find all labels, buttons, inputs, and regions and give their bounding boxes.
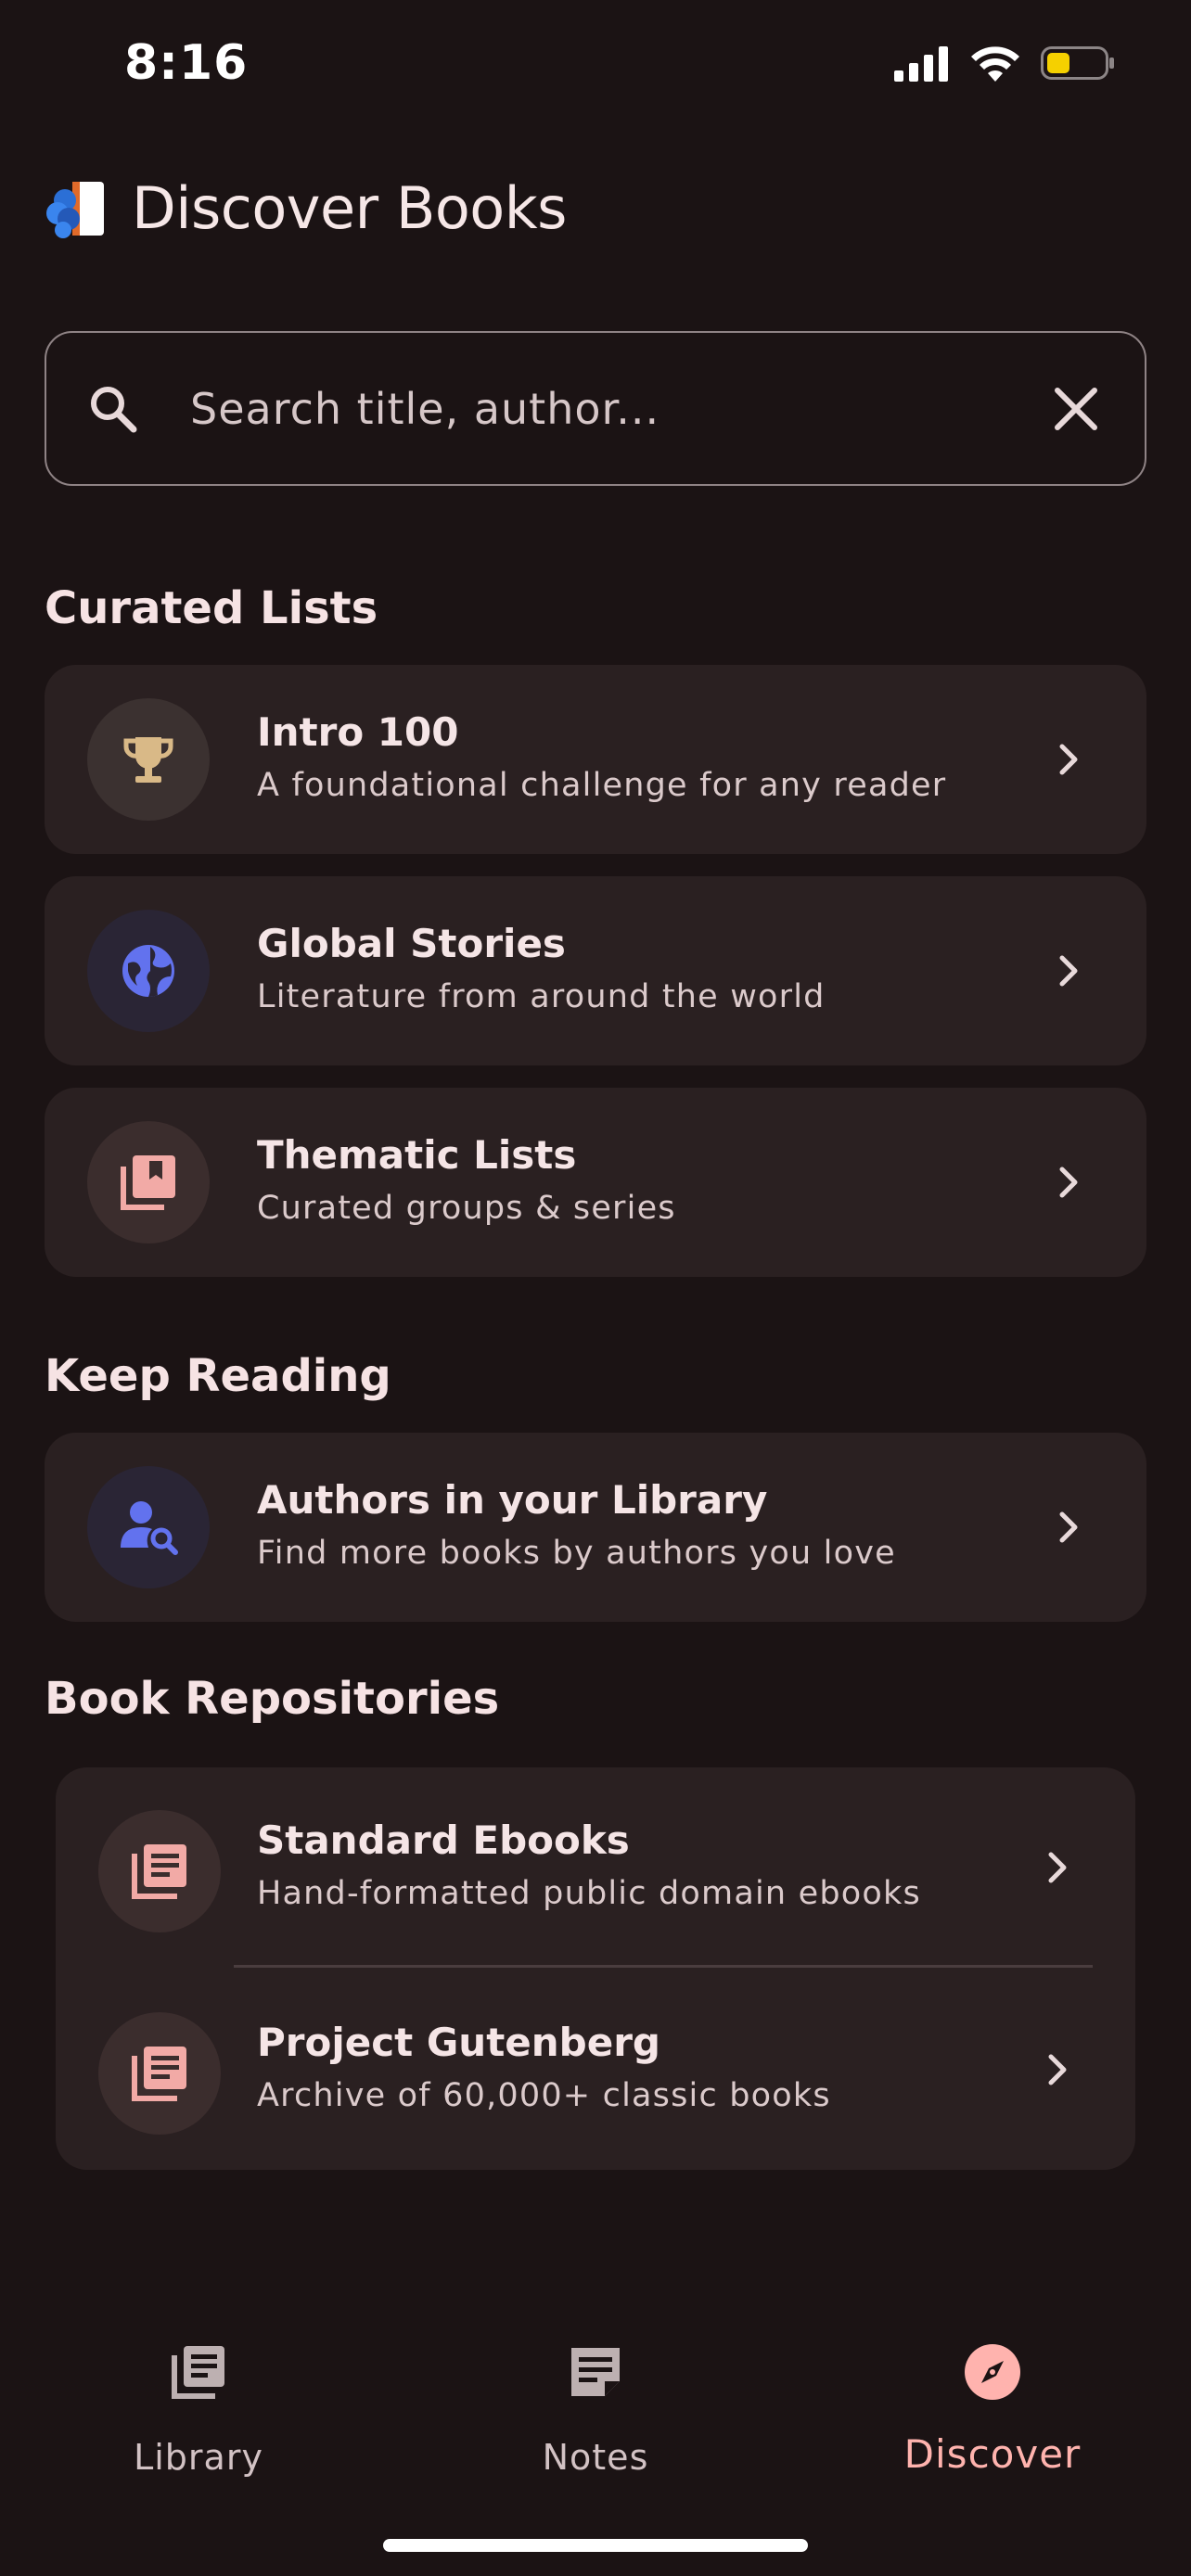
library-icon: [172, 2346, 224, 2399]
card-icon-wrap: [98, 2012, 221, 2135]
trophy-icon: [123, 737, 173, 783]
compass-icon: [965, 2344, 1020, 2400]
battery-icon: [1041, 46, 1114, 80]
chevron-right-icon: [1059, 955, 1078, 987]
card-title: Authors in your Library: [257, 1477, 768, 1523]
card-subtitle: A foundational challenge for any reader: [257, 767, 947, 804]
section-title-keep-reading: Keep Reading: [45, 1350, 391, 1402]
repo-row-standard-ebooks[interactable]: Standard Ebooks Hand-formatted public do…: [56, 1767, 1135, 1970]
card-title: Project Gutenberg: [257, 2020, 660, 2065]
globe-icon: [122, 945, 174, 997]
card-icon-wrap: [87, 910, 210, 1032]
search-input[interactable]: [190, 370, 1006, 448]
chevron-right-icon: [1059, 1167, 1078, 1198]
card-subtitle: Literature from around the world: [257, 978, 826, 1015]
wifi-icon: [971, 46, 1019, 82]
card-icon-wrap: [87, 1121, 210, 1243]
section-title-repositories: Book Repositories: [45, 1673, 500, 1725]
tab-notes[interactable]: Notes: [456, 2309, 735, 2478]
chevron-right-icon: [1048, 1852, 1067, 1883]
section-title-curated: Curated Lists: [45, 582, 378, 634]
book-logo-icon: [46, 181, 104, 238]
card-title: Standard Ebooks: [257, 1817, 630, 1863]
library-icon: [132, 1844, 186, 1899]
card-subtitle: Find more books by authors you love: [257, 1535, 896, 1572]
card-icon-wrap: [87, 1466, 210, 1588]
search-bar[interactable]: [45, 331, 1146, 486]
home-indicator: [383, 2539, 808, 2552]
library-icon: [132, 2047, 186, 2101]
card-icon-wrap: [87, 698, 210, 821]
discover-screen: 8:16 Discover Books Search title, author…: [0, 0, 1191, 2576]
card-global-stories[interactable]: Global Stories Literature from around th…: [45, 876, 1146, 1065]
bookmarks-icon: [121, 1155, 175, 1210]
status-icons: [894, 45, 1115, 82]
page-header: Discover Books: [45, 174, 567, 242]
card-thematic-lists[interactable]: Thematic Lists Curated groups & series: [45, 1088, 1146, 1277]
tab-label: Discover: [903, 2431, 1082, 2477]
person-search-icon: [121, 1501, 178, 1555]
tab-discover[interactable]: Discover: [853, 2309, 1132, 2477]
card-subtitle: Hand-formatted public domain ebooks: [257, 1875, 921, 1912]
tab-label: Notes: [542, 2437, 649, 2478]
page-title: Discover Books: [132, 174, 567, 242]
tab-library[interactable]: Library: [59, 2309, 338, 2478]
card-icon-wrap: [98, 1810, 221, 1932]
card-title: Intro 100: [257, 709, 459, 755]
tab-label: Library: [134, 2437, 263, 2478]
card-subtitle: Curated groups & series: [257, 1190, 676, 1227]
card-intro-100[interactable]: Intro 100 A foundational challenge for a…: [45, 665, 1146, 854]
signal-icon: [894, 46, 948, 82]
card-subtitle: Archive of 60,000+ classic books: [257, 2077, 831, 2114]
chevron-right-icon: [1059, 1511, 1078, 1543]
card-title: Thematic Lists: [257, 1132, 577, 1178]
close-icon[interactable]: [1046, 379, 1106, 439]
repo-row-project-gutenberg[interactable]: Project Gutenberg Archive of 60,000+ cla…: [56, 1970, 1135, 2172]
search-icon: [91, 387, 137, 433]
notes-icon: [571, 2348, 620, 2396]
chevron-right-icon: [1048, 2054, 1067, 2085]
bottom-tab-bar: Library Notes Discover: [0, 2309, 1191, 2478]
status-bar: 8:16: [0, 0, 1191, 139]
divider: [234, 1965, 1093, 1968]
status-time: 8:16: [124, 35, 249, 91]
chevron-right-icon: [1059, 744, 1078, 775]
card-authors-in-library[interactable]: Authors in your Library Find more books …: [45, 1433, 1146, 1622]
card-title: Global Stories: [257, 921, 566, 966]
repositories-card: Standard Ebooks Hand-formatted public do…: [56, 1767, 1135, 2170]
